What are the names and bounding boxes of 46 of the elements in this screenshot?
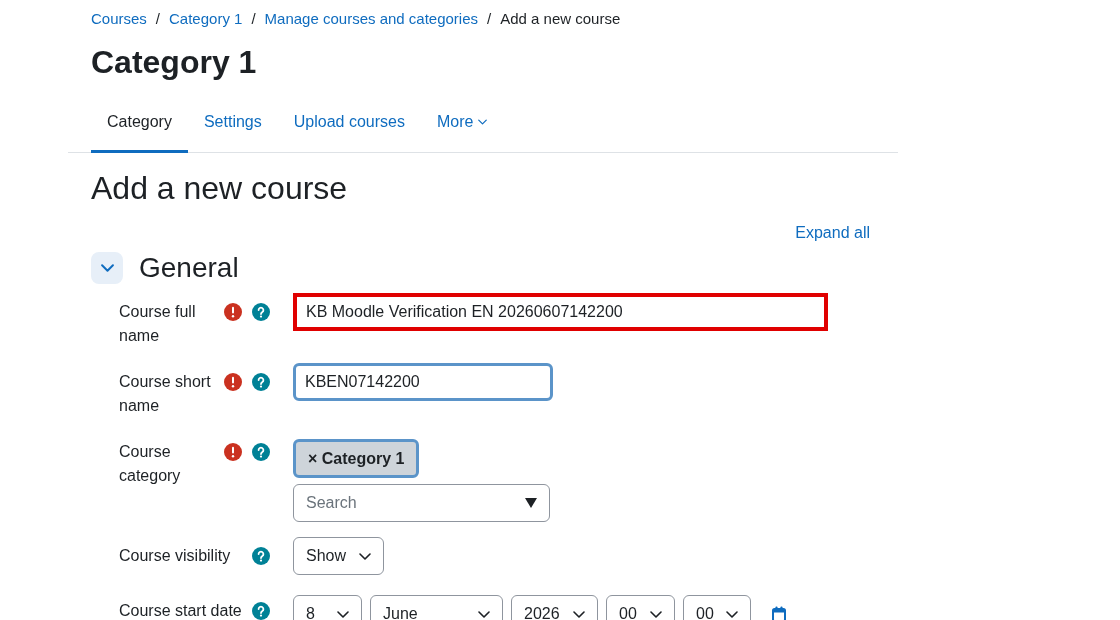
breadcrumb-link[interactable]: Manage courses and categories bbox=[264, 8, 479, 30]
tab[interactable]: Category bbox=[91, 102, 188, 153]
help-icon[interactable] bbox=[252, 303, 270, 321]
tab[interactable]: Upload courses bbox=[277, 102, 421, 153]
chevron-down-icon bbox=[650, 610, 662, 618]
chevron-down-icon bbox=[478, 610, 490, 618]
breadcrumb-separator: / bbox=[251, 9, 256, 29]
page-title: Add a new course bbox=[90, 169, 349, 207]
dropdown-select[interactable]: Show bbox=[293, 537, 384, 575]
chevron-down-icon bbox=[478, 119, 488, 125]
breadcrumb-link[interactable]: Courses bbox=[91, 8, 147, 30]
caret-icon bbox=[525, 498, 537, 508]
page-heading: Category 1 bbox=[90, 43, 258, 81]
breadcrumb-separator: / bbox=[487, 9, 492, 29]
section-title: General bbox=[139, 251, 239, 285]
breadcrumb-link[interactable]: Category 1 bbox=[169, 8, 243, 30]
dropdown-select[interactable]: 2026 bbox=[511, 595, 598, 620]
text-field[interactable]: KB Moodle Verification EN 20260607142200 bbox=[293, 293, 828, 331]
text-field[interactable]: KBEN07142200 bbox=[293, 363, 553, 401]
chevron-down-icon bbox=[726, 610, 738, 618]
breadcrumb-separator: / bbox=[155, 9, 161, 29]
chevron-down-icon bbox=[337, 610, 349, 618]
help-icon[interactable] bbox=[252, 602, 270, 620]
chevron-down-icon bbox=[573, 610, 585, 618]
dropdown-select[interactable]: 00 bbox=[683, 595, 751, 620]
breadcrumb-current: Add a new course bbox=[500, 9, 621, 29]
search-field[interactable]: Search bbox=[293, 484, 550, 522]
dropdown-select[interactable]: 8 bbox=[293, 595, 362, 620]
help-icon[interactable] bbox=[252, 373, 270, 391]
help-icon[interactable] bbox=[252, 547, 270, 565]
tab[interactable]: More bbox=[420, 102, 504, 153]
dropdown-select[interactable]: June bbox=[370, 595, 503, 620]
help-icon[interactable] bbox=[252, 443, 270, 461]
chevron-down-icon bbox=[359, 552, 371, 560]
field-label: Course category bbox=[119, 442, 182, 486]
category-tag[interactable]: × Category 1 bbox=[293, 439, 420, 478]
field-label: Course visibility bbox=[119, 546, 232, 566]
field-label: Course start date bbox=[119, 601, 243, 620]
field-label: Course short name bbox=[119, 372, 212, 416]
expand-all-link[interactable]: Expand all bbox=[795, 221, 870, 245]
chevron-down-icon bbox=[100, 264, 114, 272]
collapse-button[interactable] bbox=[91, 252, 123, 284]
tab[interactable]: Settings bbox=[187, 102, 278, 153]
dropdown-select[interactable]: 00 bbox=[606, 595, 675, 620]
field-label: Course full name bbox=[119, 302, 197, 346]
calendar-icon[interactable] bbox=[772, 606, 786, 620]
